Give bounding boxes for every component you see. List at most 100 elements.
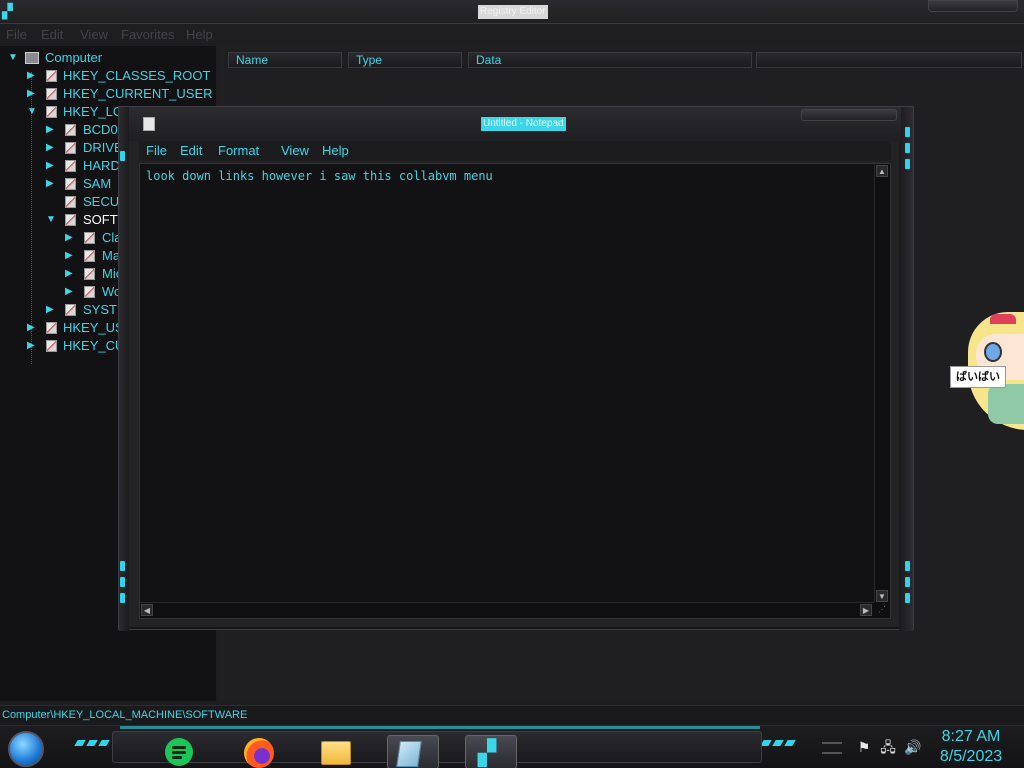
registry-folder-icon [46, 340, 57, 352]
file-explorer-icon [321, 741, 351, 765]
frame-accent [905, 593, 910, 603]
notepad-app-icon [143, 117, 155, 131]
taskbar-accent [74, 740, 86, 746]
registry-folder-icon [65, 124, 76, 136]
notepad-menubar: File Edit Format View Help [139, 141, 891, 161]
scroll-right-arrow-icon[interactable]: ▶ [860, 604, 872, 616]
notepad-text-area[interactable]: look down links however i saw this colla… [139, 163, 891, 619]
taskbar-accent [784, 740, 796, 746]
menu-file[interactable]: File [146, 143, 167, 158]
document-text[interactable]: look down links however i saw this colla… [146, 168, 493, 184]
registry-folder-icon [84, 268, 95, 280]
taskbar-button-notepad[interactable] [387, 735, 439, 768]
taskbar-button-firefox[interactable] [239, 735, 279, 768]
frame-accent [905, 561, 910, 571]
frame-accent [120, 151, 125, 161]
firefox-icon [244, 738, 274, 768]
show-hidden-icons-grip[interactable] [822, 742, 842, 754]
mascot-speech-bubble: ばいばい [950, 366, 1006, 388]
notepad-titlebar[interactable]: Untitled - Notepad [129, 107, 901, 141]
expand-arrow-icon[interactable]: ▶ [65, 269, 75, 279]
taskbar: ▞ ⚑ 🖧 🔊 8:27 AM 8/5/2023 [0, 725, 1024, 768]
collapse-arrow-icon[interactable]: ▼ [46, 215, 56, 225]
spotify-wave [172, 746, 186, 749]
resize-grip-icon[interactable]: ⋰ [874, 602, 890, 618]
horizontal-scrollbar[interactable]: ◀ ▶ [140, 602, 876, 618]
spotify-icon [165, 738, 193, 766]
expand-arrow-icon[interactable]: ▶ [46, 305, 56, 315]
registry-folder-icon [65, 178, 76, 190]
registry-folder-icon [84, 250, 95, 262]
expand-arrow-icon[interactable]: ▶ [46, 143, 56, 153]
tree-item-label: BCD0 [83, 122, 118, 137]
window-frame-left [119, 107, 129, 631]
registry-editor-app-icon: ▞ [2, 3, 13, 19]
tree-item-computer[interactable]: ▼ Computer [0, 49, 216, 67]
network-icon[interactable]: 🖧 [880, 739, 896, 755]
window-frame-right [899, 107, 913, 631]
mascot-eye [984, 342, 1002, 362]
expand-arrow-icon[interactable]: ▶ [65, 233, 75, 243]
taskbar-app-strip: ▞ [112, 731, 762, 768]
scroll-up-arrow-icon[interactable]: ▲ [876, 165, 888, 177]
taskbar-button-file-explorer[interactable] [315, 735, 355, 768]
clock-date[interactable]: 8/5/2023 [936, 748, 1006, 766]
tree-item-label: HKEY_CURRENT_USER [63, 86, 213, 101]
tree-item-hkey-current-user[interactable]: ▶ HKEY_CURRENT_USER [0, 85, 216, 103]
taskbar-accent-line [120, 726, 760, 729]
tree-item-label: HKEY_US [63, 320, 124, 335]
registry-folder-icon [65, 196, 76, 208]
notepad-title: Untitled - Notepad [481, 117, 566, 131]
registry-editor-titlebar[interactable]: ▞ Registry Editor [0, 0, 1024, 24]
menu-favorites[interactable]: Favorites [121, 27, 174, 42]
expand-arrow-icon[interactable]: ▶ [27, 71, 37, 81]
collapse-arrow-icon[interactable]: ▼ [27, 107, 37, 117]
mascot-dress [988, 384, 1024, 424]
expand-arrow-icon[interactable]: ▶ [27, 323, 37, 333]
mascot-horns [990, 314, 1016, 324]
registry-folder-icon [84, 286, 95, 298]
column-header-type[interactable]: Type [348, 52, 462, 68]
vertical-scrollbar[interactable]: ▲ ▼ [874, 164, 890, 604]
registry-folder-icon [46, 322, 57, 334]
menu-view[interactable]: View [80, 27, 108, 42]
frame-accent [120, 561, 125, 571]
expand-arrow-icon[interactable]: ▶ [46, 161, 56, 171]
expand-arrow-icon[interactable]: ▼ [8, 53, 18, 63]
notepad-icon [396, 741, 422, 767]
window-controls[interactable] [928, 0, 1018, 12]
taskbar-accent [98, 740, 110, 746]
taskbar-button-registry-editor[interactable]: ▞ [465, 735, 517, 768]
expand-arrow-icon[interactable]: ▶ [65, 287, 75, 297]
clock-time[interactable]: 8:27 AM [940, 728, 1002, 746]
scroll-down-arrow-icon[interactable]: ▼ [876, 590, 888, 602]
scroll-left-arrow-icon[interactable]: ◀ [141, 604, 153, 616]
column-header-data[interactable]: Data [468, 52, 752, 68]
expand-arrow-icon[interactable]: ▶ [27, 89, 37, 99]
taskbar-button-spotify[interactable] [159, 735, 199, 768]
start-button[interactable] [8, 731, 44, 767]
registry-folder-icon [65, 214, 76, 226]
menu-edit[interactable]: Edit [180, 143, 202, 158]
frame-accent [905, 143, 910, 153]
flag-icon[interactable]: ⚑ [856, 739, 872, 755]
column-header-filler [756, 52, 1022, 68]
expand-arrow-icon[interactable]: ▶ [27, 341, 37, 351]
frame-accent [120, 593, 125, 603]
menu-file[interactable]: File [6, 27, 27, 42]
volume-icon[interactable]: 🔊 [904, 739, 921, 755]
notepad-window: Untitled - Notepad File Edit Format View… [118, 106, 914, 631]
menu-edit[interactable]: Edit [41, 27, 63, 42]
menu-format[interactable]: Format [218, 143, 259, 158]
expand-arrow-icon[interactable]: ▶ [46, 125, 56, 135]
menu-view[interactable]: View [281, 143, 309, 158]
window-controls[interactable] [801, 109, 897, 121]
expand-arrow-icon[interactable]: ▶ [46, 179, 56, 189]
column-header-name[interactable]: Name [228, 52, 342, 68]
expand-arrow-icon[interactable]: ▶ [65, 251, 75, 261]
menu-help[interactable]: Help [322, 143, 349, 158]
tree-item-label: SECUI [83, 194, 123, 209]
menu-help[interactable]: Help [186, 27, 213, 42]
taskbar-accent [772, 740, 784, 746]
tree-item-hkey-classes-root[interactable]: ▶ HKEY_CLASSES_ROOT [0, 67, 216, 85]
